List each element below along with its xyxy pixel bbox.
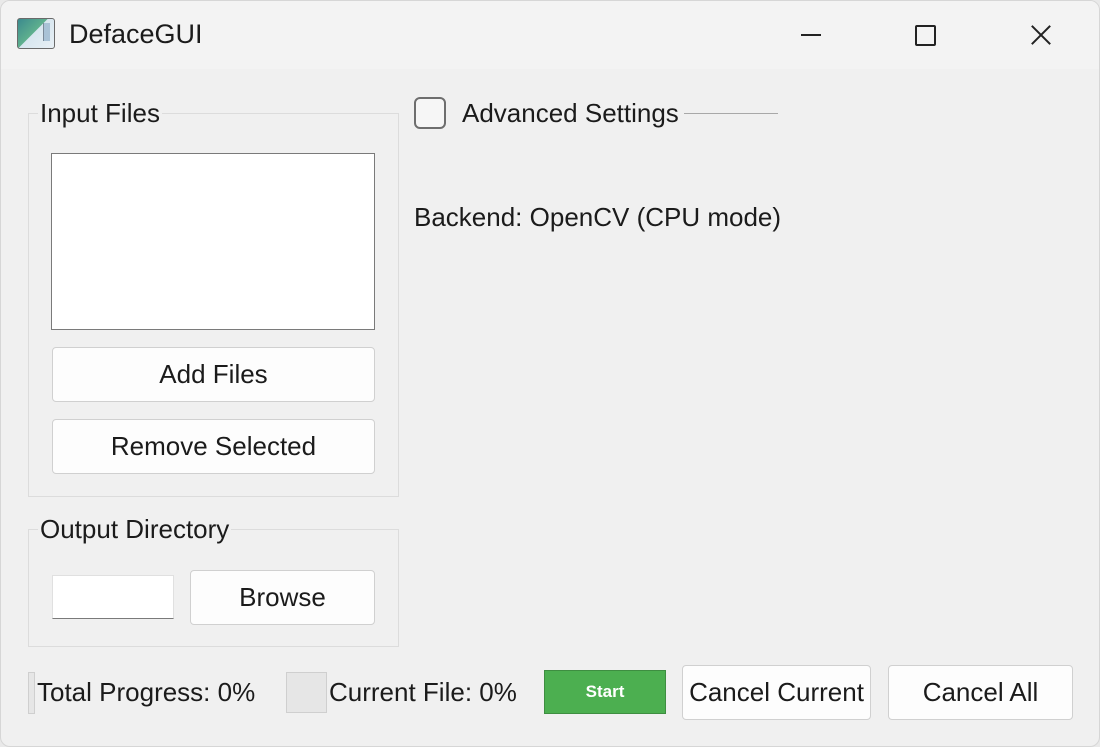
total-progress-label: Total Progress: 0%: [37, 677, 256, 707]
app-window: DefaceGUI Input Files Add Files Remove S…: [0, 0, 1100, 747]
output-directory-title: Output Directory: [38, 514, 232, 545]
backend-label: Backend: OpenCV (CPU mode): [414, 202, 782, 232]
close-button[interactable]: [1011, 1, 1071, 69]
browse-button[interactable]: Browse: [190, 570, 375, 625]
cancel-current-button[interactable]: Cancel Current: [682, 665, 871, 720]
minimize-icon: [801, 34, 821, 36]
close-icon: [1029, 23, 1053, 47]
minimize-button[interactable]: [781, 1, 841, 69]
input-files-list[interactable]: [51, 153, 375, 330]
app-icon: [17, 18, 55, 49]
total-progress-bar: [28, 672, 35, 714]
maximize-button[interactable]: [895, 1, 955, 69]
output-directory-input[interactable]: [52, 575, 174, 619]
remove-selected-button[interactable]: Remove Selected: [52, 419, 375, 474]
maximize-icon: [914, 24, 936, 46]
window-title: DefaceGUI: [69, 19, 203, 49]
advanced-settings-divider: [684, 113, 778, 114]
advanced-settings-checkbox[interactable]: [414, 97, 446, 129]
current-file-progress-bar: [286, 672, 327, 713]
input-files-title: Input Files: [38, 98, 162, 129]
current-file-label: Current File: 0%: [329, 677, 517, 707]
start-button[interactable]: Start: [544, 670, 666, 714]
cancel-all-button[interactable]: Cancel All: [888, 665, 1073, 720]
advanced-settings-label[interactable]: Advanced Settings: [462, 98, 679, 129]
title-bar[interactable]: DefaceGUI: [1, 1, 1099, 69]
add-files-button[interactable]: Add Files: [52, 347, 375, 402]
